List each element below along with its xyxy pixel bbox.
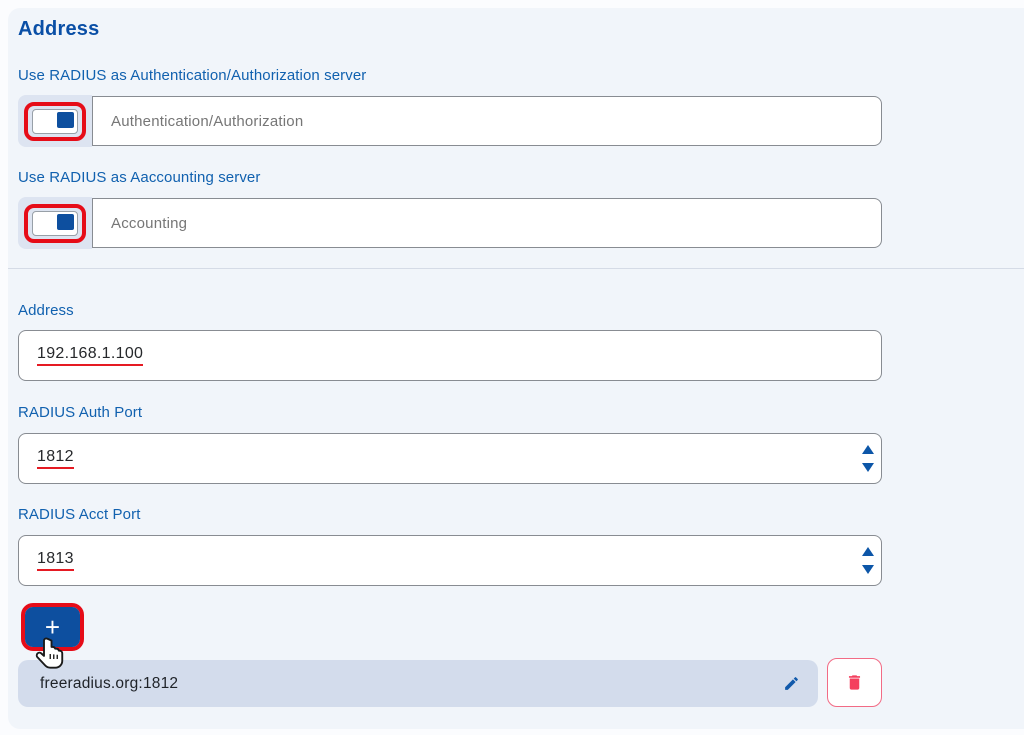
address-panel: Address Use RADIUS as Authentication/Aut… [8,8,1024,729]
click-highlight-annotation [24,204,86,243]
accounting-name-input[interactable]: Accounting [92,198,882,248]
server-list-item: freeradius.org:1812 [18,660,818,707]
accounting-toggle-row: Accounting [18,197,882,249]
toggle-track [32,211,78,236]
auth-port-spinner [862,434,874,483]
auth-input-placeholder: Authentication/Authorization [111,113,303,130]
address-input[interactable]: 192.168.1.100 [18,330,882,381]
section-divider [8,268,1024,269]
cursor-pointer-icon [35,636,65,672]
page-title: Address [18,18,99,41]
server-address-text: freeradius.org:1812 [40,675,781,693]
address-label: Address [18,302,74,319]
auth-name-input[interactable]: Authentication/Authorization [92,96,882,146]
toggle-knob-on [57,112,74,128]
delete-server-button[interactable] [827,658,882,707]
address-value: 192.168.1.100 [37,345,143,366]
acct-port-spinner [862,536,874,585]
spinner-up-icon[interactable] [862,445,874,454]
auth-toggle-label: Use RADIUS as Authentication/Authorizati… [18,67,366,84]
auth-port-label: RADIUS Auth Port [18,404,142,421]
auth-port-input[interactable]: 1812 [18,433,882,484]
toggle-knob-on [57,214,74,230]
accounting-input-placeholder: Accounting [111,215,187,232]
auth-port-value: 1812 [37,448,74,469]
auth-toggle-switch[interactable] [18,95,92,147]
acct-port-value: 1813 [37,550,74,571]
accounting-toggle-switch[interactable] [18,197,92,249]
edit-icon [783,675,800,692]
auth-toggle-row: Authentication/Authorization [18,95,882,147]
spinner-down-icon[interactable] [862,463,874,472]
toggle-track [32,109,78,134]
click-highlight-annotation [24,102,86,141]
acct-port-input[interactable]: 1813 [18,535,882,586]
trash-icon [845,672,864,693]
spinner-down-icon[interactable] [862,565,874,574]
acct-port-label: RADIUS Acct Port [18,506,140,523]
edit-server-button[interactable] [781,673,802,694]
accounting-toggle-label: Use RADIUS as Aaccounting server [18,169,260,186]
spinner-up-icon[interactable] [862,547,874,556]
